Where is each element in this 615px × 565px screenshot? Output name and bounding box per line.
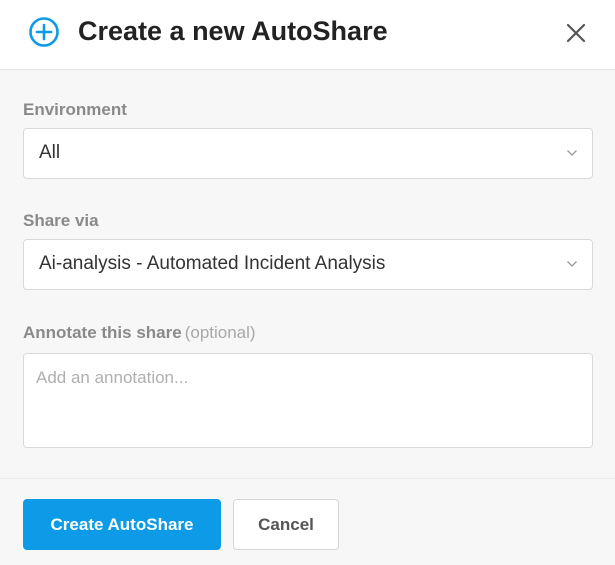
dialog-body: Environment All Share via Ai-analysis - …	[0, 70, 615, 478]
chevron-down-icon	[567, 150, 577, 156]
environment-select[interactable]: All	[23, 128, 593, 179]
close-icon[interactable]	[563, 20, 589, 46]
dialog-header: Create a new AutoShare	[0, 0, 615, 70]
environment-selected-value: All	[39, 142, 61, 163]
share-via-select[interactable]: Ai-analysis - Automated Incident Analysi…	[23, 239, 593, 290]
annotation-input[interactable]	[23, 353, 593, 448]
environment-label: Environment	[23, 100, 127, 119]
optional-hint: (optional)	[184, 323, 256, 342]
share-via-selected-value: Ai-analysis - Automated Incident Analysi…	[39, 253, 386, 274]
annotation-label-text: Annotate this share	[23, 323, 182, 342]
create-autoshare-dialog: Create a new AutoShare Environment All S…	[0, 0, 615, 565]
create-autoshare-button[interactable]: Create AutoShare	[23, 499, 221, 550]
dialog-footer: Create AutoShare Cancel	[0, 478, 615, 565]
annotation-label: Annotate this share (optional)	[23, 323, 256, 343]
plus-circle-icon	[29, 17, 59, 47]
dialog-title: Create a new AutoShare	[78, 16, 388, 46]
share-via-label: Share via	[23, 211, 99, 230]
cancel-button[interactable]: Cancel	[233, 499, 339, 550]
chevron-down-icon	[567, 261, 577, 267]
